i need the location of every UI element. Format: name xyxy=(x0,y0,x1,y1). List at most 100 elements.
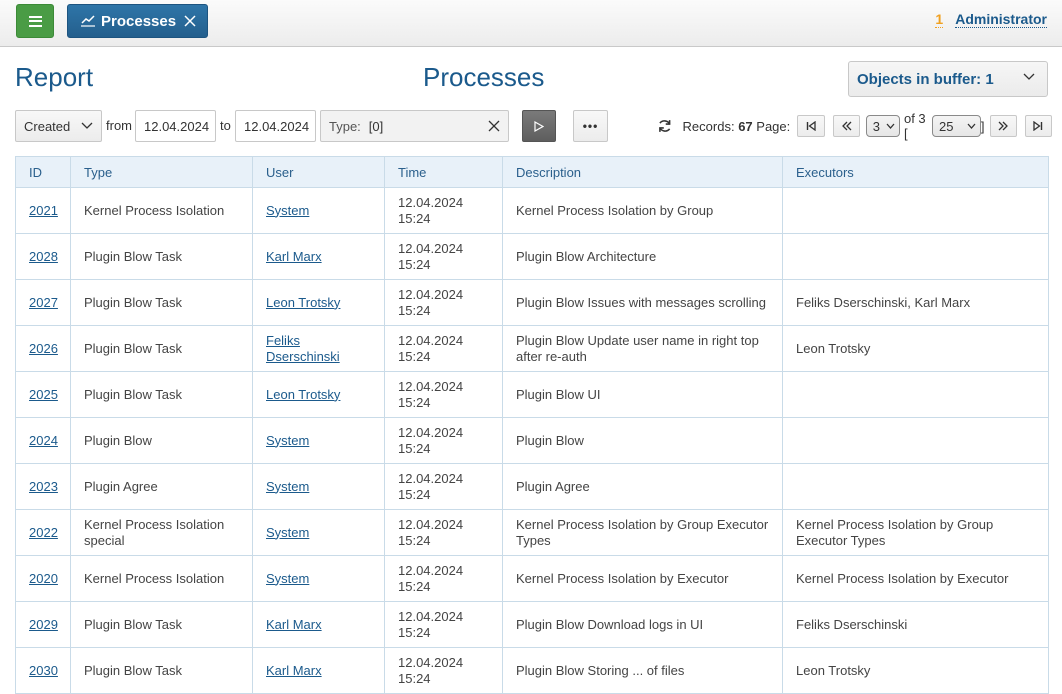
from-date-input[interactable]: 12.04.2024 xyxy=(135,110,216,142)
table-row[interactable]: 2026 Plugin Blow Task Feliks Dserschinski 1… xyxy=(15,325,1049,372)
table-row[interactable]: 2024 Plugin Blow System 12.04.2024 15:24 Plug… xyxy=(15,417,1049,464)
more-options-button[interactable]: ••• xyxy=(573,110,608,142)
cell-type: Plugin Blow Task xyxy=(70,233,253,280)
from-label: from xyxy=(106,118,132,133)
process-id-link[interactable]: 2021 xyxy=(29,203,58,218)
cell-type: Plugin Blow Task xyxy=(70,371,253,418)
date-type-select[interactable]: Created xyxy=(15,110,102,142)
cell-id: 2021 xyxy=(15,187,71,234)
user-link[interactable]: System xyxy=(266,525,309,540)
page-select[interactable]: 3 xyxy=(865,115,900,137)
report-title: Report xyxy=(15,62,94,92)
process-id-link[interactable]: 2025 xyxy=(29,387,58,402)
user-menu-link[interactable]: Administrator xyxy=(955,12,1047,28)
buffer-label: Objects in buffer: 1 xyxy=(857,70,994,88)
table-row[interactable]: 2030 Plugin Blow Task Karl Marx 12.04.2024 1… xyxy=(15,647,1049,694)
first-page-button[interactable] xyxy=(797,115,825,137)
table-row[interactable]: 2029 Plugin Blow Task Karl Marx 12.04.2024 1… xyxy=(15,601,1049,648)
user-link[interactable]: System xyxy=(266,433,309,448)
table-row[interactable]: 2028 Plugin Blow Task Karl Marx 12.04.2024 1… xyxy=(15,233,1049,280)
cell-type: Plugin Blow Task xyxy=(70,647,253,694)
user-link[interactable]: Feliks Dserschinski xyxy=(266,333,340,364)
cell-id: 2020 xyxy=(15,555,71,602)
date-text: 12.04.2024 xyxy=(398,516,464,532)
user-link[interactable]: System xyxy=(266,479,309,494)
clear-icon[interactable] xyxy=(488,120,500,132)
play-icon xyxy=(534,120,544,132)
process-id-link[interactable]: 2024 xyxy=(29,433,58,448)
process-id-link[interactable]: 2023 xyxy=(29,479,58,494)
refresh-icon[interactable] xyxy=(657,118,673,134)
prev-page-button[interactable] xyxy=(832,115,860,137)
time-text: 15:24 xyxy=(398,302,431,318)
process-id-link[interactable]: 2020 xyxy=(29,571,58,586)
date-text: 12.04.2024 xyxy=(398,332,464,348)
cell-user: System xyxy=(252,509,385,556)
user-link[interactable]: Karl Marx xyxy=(266,663,322,678)
chevron-down-icon xyxy=(81,122,93,129)
cell-description: Plugin Blow Architecture xyxy=(502,233,783,280)
table-row[interactable]: 2020 Kernel Process Isolation System 12.04.… xyxy=(15,555,1049,602)
table-row[interactable]: 2025 Plugin Blow Task Leon Trotsky 12.04.20… xyxy=(15,371,1049,418)
main-menu-button[interactable] xyxy=(16,4,54,38)
cell-time: 12.04.2024 15:24 xyxy=(384,233,503,280)
process-id-link[interactable]: 2028 xyxy=(29,249,58,264)
to-date-input[interactable]: 12.04.2024 xyxy=(235,110,316,142)
records-count: 67 xyxy=(738,118,753,134)
page-size-select[interactable]: 25 xyxy=(932,115,981,137)
cell-id: 2029 xyxy=(15,601,71,648)
tab-processes[interactable]: Processes xyxy=(67,4,208,38)
cell-description: Plugin Blow UI xyxy=(502,371,783,418)
process-id-link[interactable]: 2022 xyxy=(29,525,58,540)
next-page-button[interactable] xyxy=(989,115,1017,137)
table-row[interactable]: 2023 Plugin Agree System 12.04.2024 15:24 Plu… xyxy=(15,463,1049,510)
cell-description: Kernel Process Isolation by Group Execut… xyxy=(502,509,783,556)
chevron-down-icon xyxy=(967,123,976,129)
date-text: 12.04.2024 xyxy=(398,562,464,578)
user-link[interactable]: Karl Marx xyxy=(266,617,322,632)
filter-bar: Created from 12.04.2024 to 12.04.2024 Ty… xyxy=(15,110,1055,143)
process-id-link[interactable]: 2029 xyxy=(29,617,58,632)
user-link[interactable]: System xyxy=(266,203,309,218)
cell-user: Leon Trotsky xyxy=(252,279,385,326)
user-link[interactable]: Karl Marx xyxy=(266,249,322,264)
cell-time: 12.04.2024 15:24 xyxy=(384,371,503,418)
table-row[interactable]: 2027 Plugin Blow Task Leon Trotsky 12.04.20… xyxy=(15,279,1049,326)
column-header-time[interactable]: Time xyxy=(384,156,503,188)
process-id-link[interactable]: 2027 xyxy=(29,295,58,310)
run-button[interactable] xyxy=(522,110,556,142)
cell-id: 2030 xyxy=(15,647,71,694)
column-header-type[interactable]: Type xyxy=(70,156,253,188)
close-icon[interactable] xyxy=(184,15,196,27)
column-header-user[interactable]: User xyxy=(252,156,385,188)
to-date-value: 12.04.2024 xyxy=(244,118,310,134)
cell-executors: Leon Trotsky xyxy=(782,647,1049,694)
current-page: 3 xyxy=(872,118,880,134)
column-header-id[interactable]: ID xyxy=(15,156,71,188)
column-header-description[interactable]: Description xyxy=(502,156,783,188)
notification-count[interactable]: 1 xyxy=(935,12,944,28)
records-label: Records: xyxy=(682,118,735,134)
column-header-executors[interactable]: Executors xyxy=(782,156,1049,188)
last-page-button[interactable] xyxy=(1024,115,1052,137)
time-text: 15:24 xyxy=(398,532,431,548)
table-row[interactable]: 2021 Kernel Process Isolation System 12.04.… xyxy=(15,187,1049,234)
objects-buffer-dropdown[interactable]: Objects in buffer: 1 xyxy=(848,61,1048,97)
chevron-down-icon xyxy=(1023,73,1035,80)
user-link[interactable]: Leon Trotsky xyxy=(266,295,340,310)
cell-type: Kernel Process Isolation xyxy=(70,187,253,234)
process-id-link[interactable]: 2030 xyxy=(29,663,58,678)
double-chevron-left-icon xyxy=(841,121,852,131)
date-text: 12.04.2024 xyxy=(398,240,464,256)
table-row[interactable]: 2022 Kernel Process Isolation special Syst… xyxy=(15,509,1049,556)
user-link[interactable]: System xyxy=(266,571,309,586)
cell-type: Kernel Process Isolation xyxy=(70,555,253,602)
type-filter-input[interactable]: Type: [0] xyxy=(320,110,509,142)
cell-user: System xyxy=(252,417,385,464)
page-title: Processes xyxy=(423,62,545,92)
process-id-link[interactable]: 2026 xyxy=(29,341,58,356)
date-text: 12.04.2024 xyxy=(398,194,464,210)
page-label: Page: xyxy=(756,118,791,134)
user-link[interactable]: Leon Trotsky xyxy=(266,387,340,402)
chart-line-icon xyxy=(81,15,95,27)
